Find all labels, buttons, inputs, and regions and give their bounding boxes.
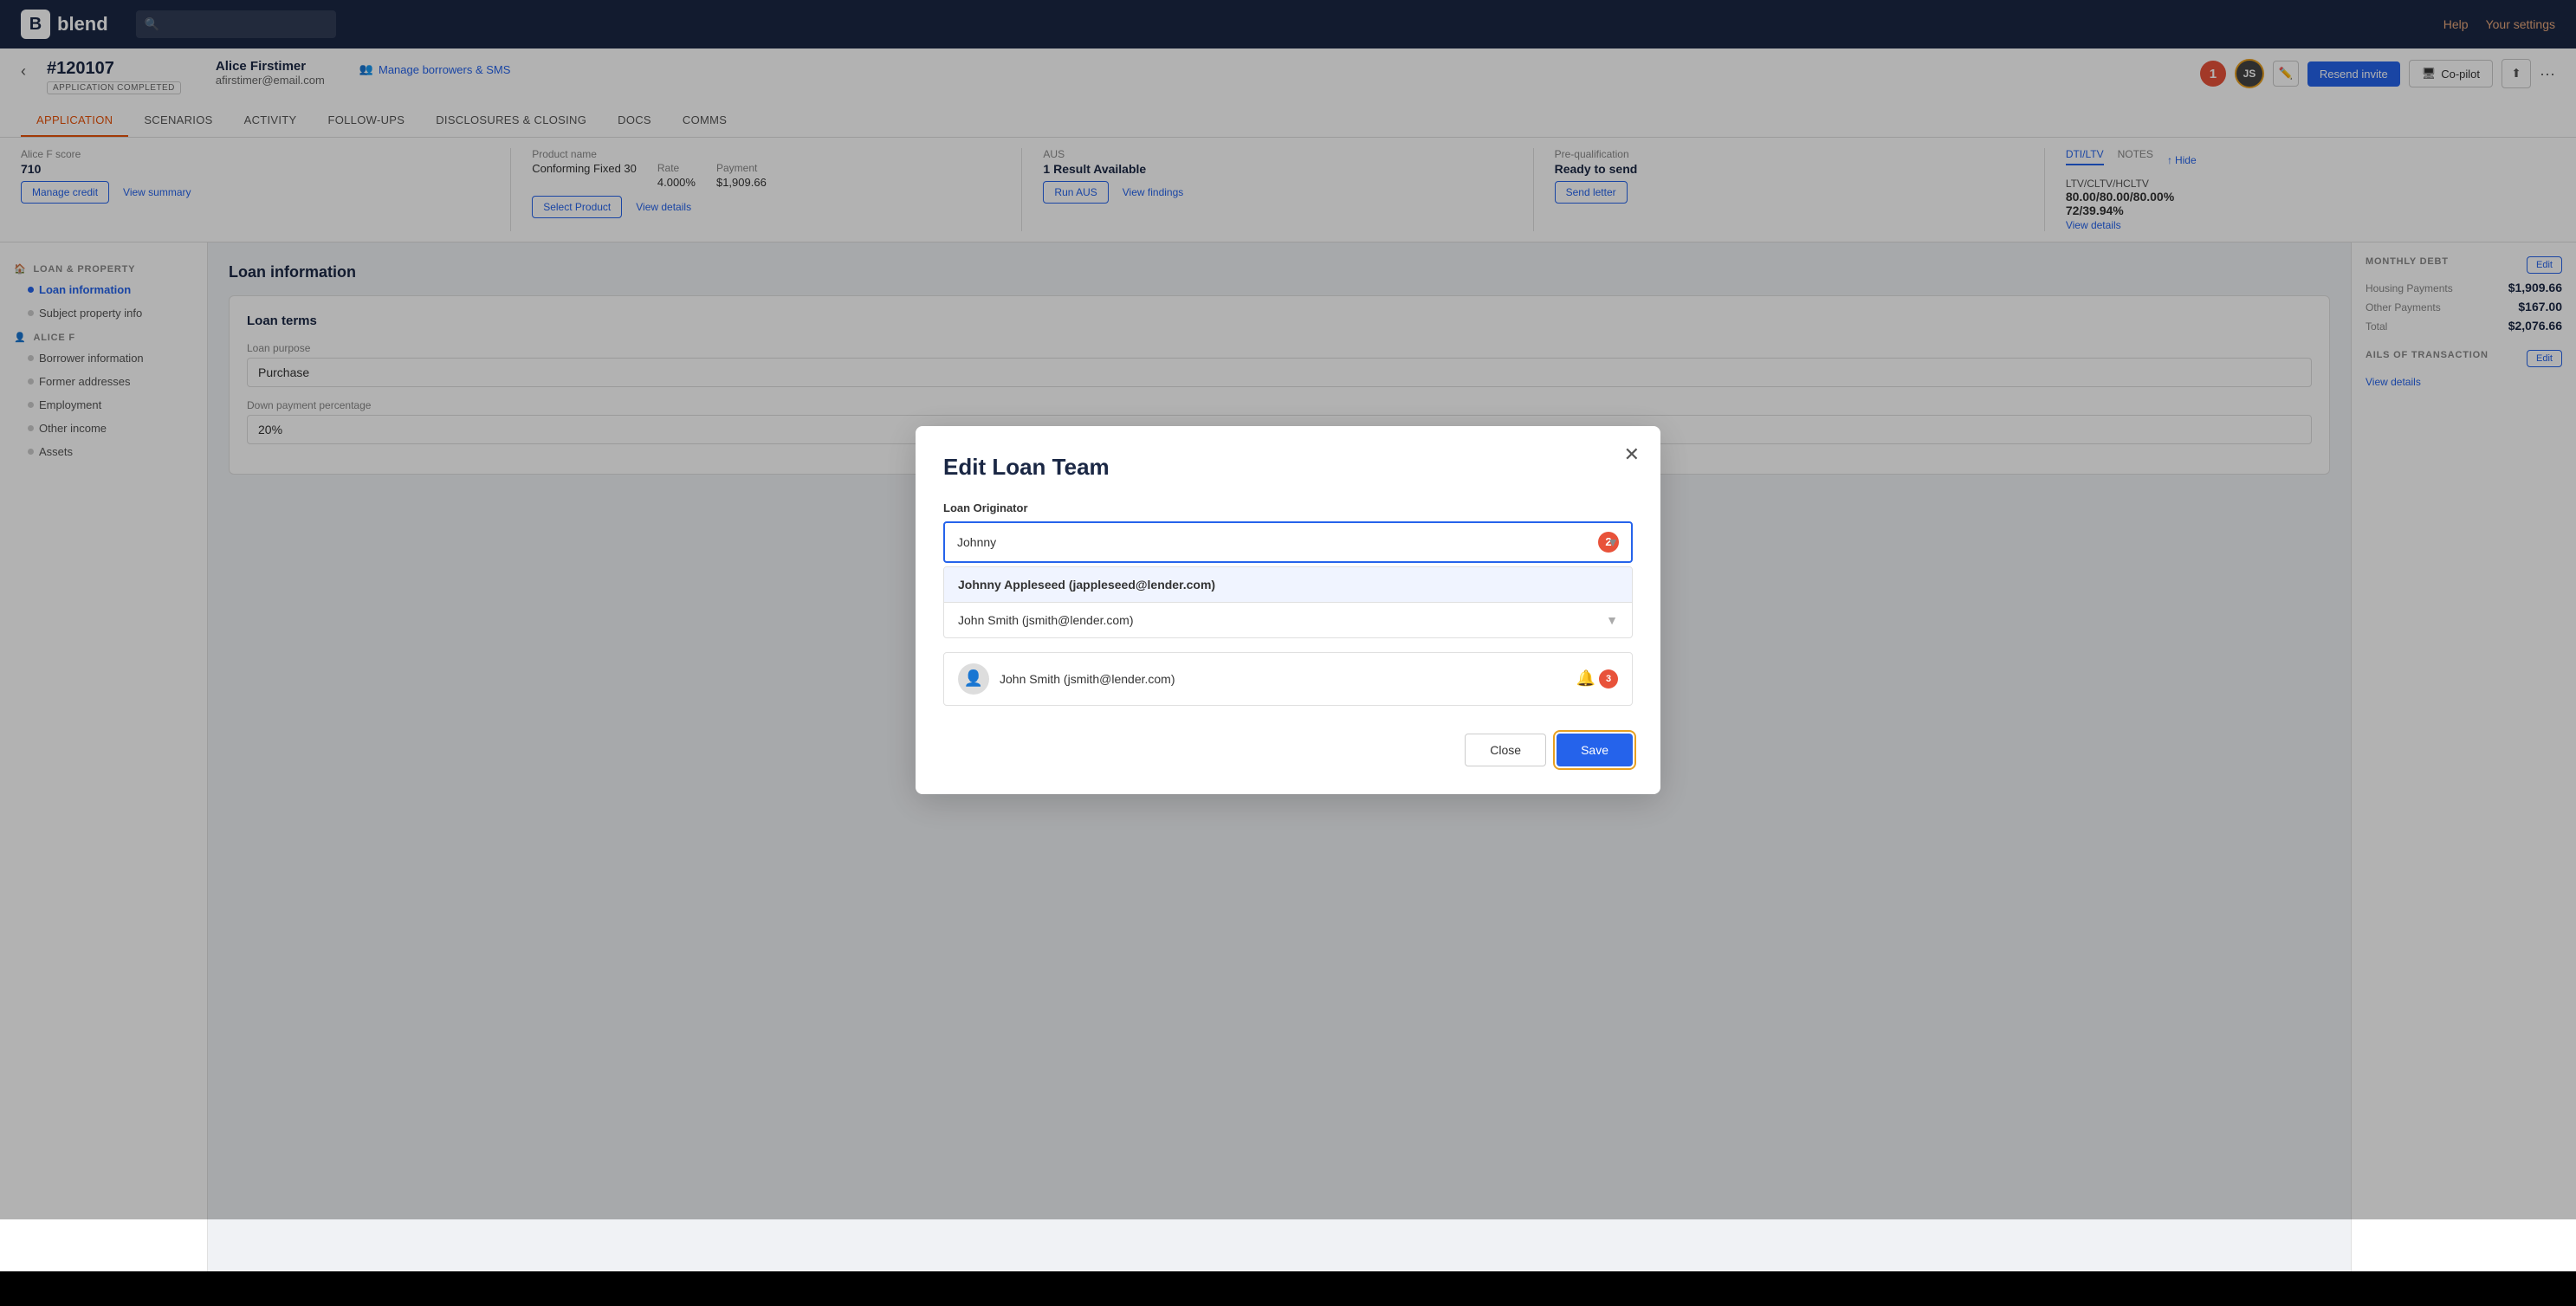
dropdown-select-arrow: ▼	[1606, 613, 1618, 627]
dropdown-item-johnny[interactable]: Johnny Appleseed (jappleseed@lender.com)	[944, 567, 1632, 602]
bell-badge-3: 3	[1599, 669, 1618, 689]
bell-icon[interactable]: 🔔	[1576, 669, 1595, 688]
originator-search-value: Johnny	[957, 535, 1598, 549]
modal-title: Edit Loan Team	[943, 454, 1633, 481]
edit-loan-team-modal: ✕ Edit Loan Team Loan Originator Johnny …	[916, 426, 1660, 794]
originator-dropdown-list: Johnny Appleseed (jappleseed@lender.com)…	[943, 566, 1633, 638]
modal-close-button[interactable]: ✕	[1624, 443, 1640, 466]
originator-badge-2: 2	[1598, 532, 1619, 553]
john-smith-row: 👤 John Smith (jsmith@lender.com) 🔔 3	[943, 652, 1633, 706]
person-icon: 👤	[964, 669, 983, 688]
bell-badge-wrapper: 🔔 3	[1576, 669, 1618, 689]
dropdown-item-john-select-row: John Smith (jsmith@lender.com) ▼	[944, 602, 1632, 637]
originator-label: Loan Originator	[943, 501, 1633, 514]
john-smith-info: John Smith (jsmith@lender.com)	[1000, 672, 1566, 686]
john-smith-avatar: 👤	[958, 663, 989, 695]
modal-close-btn[interactable]: Close	[1465, 734, 1546, 766]
modal-overlay: ✕ Edit Loan Team Loan Originator Johnny …	[0, 0, 2576, 1219]
modal-footer: Close Save	[943, 734, 1633, 766]
john-name: John Smith (jsmith@lender.com)	[958, 613, 1595, 627]
black-bar	[0, 1271, 2576, 1306]
john-smith-name: John Smith (jsmith@lender.com)	[1000, 672, 1175, 686]
modal-save-btn[interactable]: Save	[1557, 734, 1633, 766]
originator-select-wrapper: Johnny 2 ▼	[943, 521, 1633, 563]
